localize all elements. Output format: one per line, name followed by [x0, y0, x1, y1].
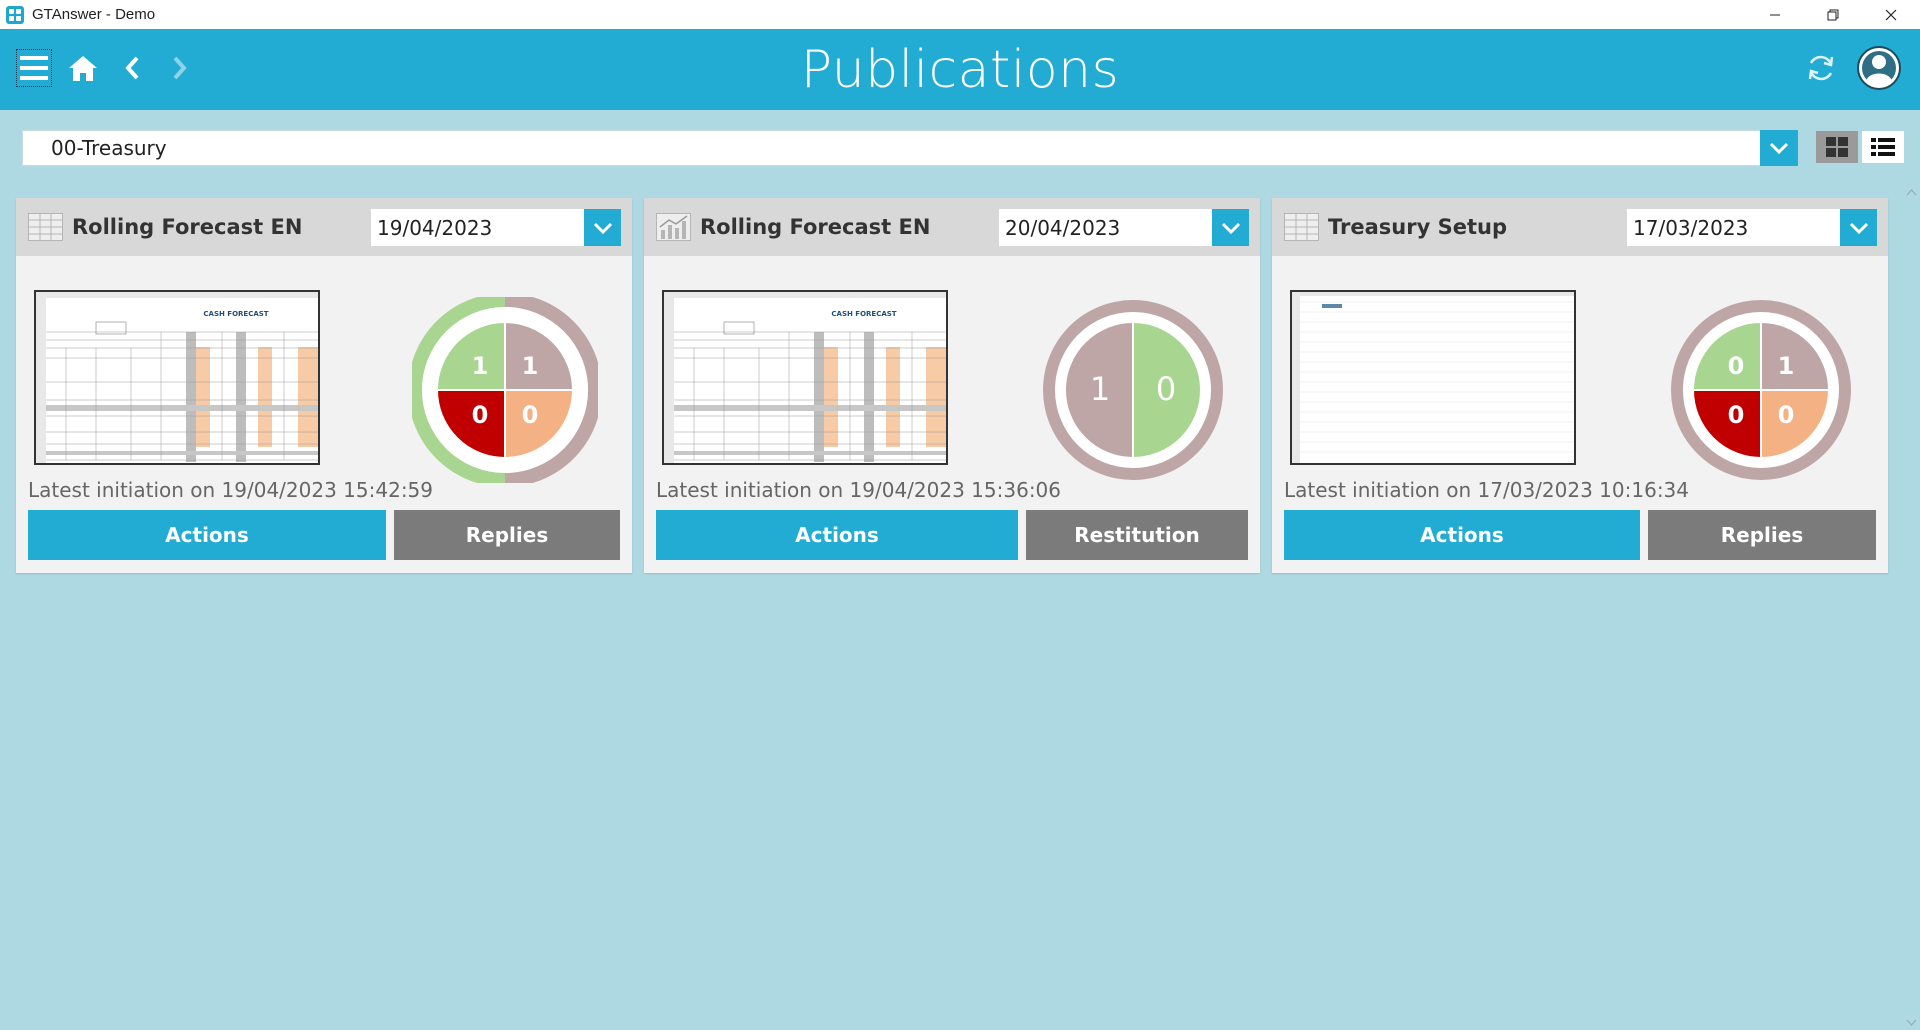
- close-button[interactable]: [1862, 0, 1920, 29]
- latest-initiation: Latest initiation on 19/04/2023 15:36:06: [656, 478, 1061, 502]
- table-icon: [1284, 213, 1319, 241]
- list-view-button[interactable]: [1862, 131, 1904, 163]
- replies-button[interactable]: Replies: [1648, 510, 1876, 560]
- donut-value: 1: [522, 352, 539, 380]
- donut-value: 1: [472, 352, 489, 380]
- publication-card: Rolling Forecast EN 19/04/2023 CASH FORE…: [16, 198, 632, 573]
- donut-value: 0: [522, 401, 539, 429]
- page-title: Publications: [800, 39, 1120, 100]
- donut-value: 0: [1778, 401, 1795, 429]
- donut-value: 1: [1090, 370, 1110, 408]
- date-select-value: 19/04/2023: [377, 215, 493, 240]
- date-select-toggle[interactable]: [584, 209, 621, 246]
- scrollbar-arrows: [1906, 189, 1917, 1026]
- refresh-button[interactable]: [1803, 50, 1839, 86]
- card-title: Treasury Setup: [1328, 215, 1507, 239]
- workspace-select-toggle[interactable]: [1760, 130, 1798, 166]
- window-title: GTAnswer - Demo: [32, 6, 156, 23]
- status-donut: 1 1 0 0: [408, 293, 602, 487]
- actions-button[interactable]: Actions: [1284, 510, 1640, 560]
- spreadsheet-thumbnail[interactable]: [1290, 290, 1576, 465]
- user-avatar-button[interactable]: [1856, 45, 1902, 91]
- app-header: Publications: [0, 29, 1920, 110]
- publication-card: Rolling Forecast EN 20/04/2023 CASH FORE…: [644, 198, 1260, 573]
- spreadsheet-preview: CASH FORECAST: [36, 292, 318, 463]
- latest-initiation: Latest initiation on 17/03/2023 10:16:34: [1284, 478, 1689, 502]
- restore-icon: [1827, 9, 1839, 20]
- date-select-value: 17/03/2023: [1633, 215, 1749, 240]
- chevron-down-icon: [1221, 222, 1240, 234]
- status-donut-chart: 1 1 0 0: [408, 293, 602, 487]
- window-controls: [1746, 0, 1920, 29]
- date-select-value: 20/04/2023: [1005, 215, 1121, 240]
- card-header: Treasury Setup 17/03/2023: [1272, 198, 1888, 256]
- donut-value: 0: [1156, 370, 1176, 408]
- replies-button[interactable]: Replies: [394, 510, 620, 560]
- date-select[interactable]: 17/03/2023: [1627, 209, 1877, 246]
- restitution-button[interactable]: Restitution: [1026, 510, 1248, 560]
- status-donut-chart: 1 0: [1043, 300, 1223, 480]
- status-donut: 0 1 0 0: [1668, 297, 1854, 483]
- publication-card: Treasury Setup 17/03/2023 0 1 0 0 Latest…: [1272, 198, 1888, 573]
- refresh-icon: [1808, 55, 1834, 81]
- spreadsheet-preview: CASH FORECAST: [664, 292, 946, 463]
- card-header: Rolling Forecast EN 19/04/2023: [16, 198, 632, 256]
- grid-view-button[interactable]: [1816, 131, 1858, 163]
- date-select[interactable]: 19/04/2023: [371, 209, 621, 246]
- spreadsheet-preview: [1292, 292, 1574, 463]
- table-icon: [28, 213, 63, 241]
- close-icon: [1885, 9, 1897, 20]
- date-select[interactable]: 20/04/2023: [999, 209, 1249, 246]
- chart-icon: [656, 213, 691, 241]
- donut-value: 0: [1728, 352, 1745, 380]
- restore-button[interactable]: [1804, 0, 1862, 29]
- workspace-select[interactable]: 00-Treasury: [22, 130, 1798, 166]
- minimize-button[interactable]: [1746, 0, 1804, 29]
- donut-value: 1: [1778, 352, 1795, 380]
- donut-value: 0: [1728, 401, 1745, 429]
- thumbnail-title: CASH FORECAST: [203, 310, 268, 318]
- app-logo-icon: [6, 5, 24, 24]
- donut-value: 0: [472, 401, 489, 429]
- user-avatar-icon: [1857, 46, 1901, 90]
- actions-button[interactable]: Actions: [28, 510, 386, 560]
- card-header: Rolling Forecast EN 20/04/2023: [644, 198, 1260, 256]
- chevron-down-icon: [1769, 142, 1789, 155]
- window-titlebar: GTAnswer - Demo: [0, 0, 1920, 29]
- chevron-down-icon: [1849, 222, 1868, 234]
- spreadsheet-thumbnail[interactable]: CASH FORECAST: [662, 290, 948, 465]
- latest-initiation: Latest initiation on 19/04/2023 15:42:59: [28, 478, 433, 502]
- workspace-select-value: 00-Treasury: [51, 136, 167, 160]
- spreadsheet-thumbnail[interactable]: CASH FORECAST: [34, 290, 320, 465]
- date-select-toggle[interactable]: [1212, 209, 1249, 246]
- actions-button[interactable]: Actions: [656, 510, 1018, 560]
- minimize-icon: [1770, 14, 1780, 15]
- thumbnail-title: CASH FORECAST: [831, 310, 896, 318]
- vertical-scrollbar[interactable]: [1903, 185, 1920, 1030]
- chevron-down-icon: [593, 222, 612, 234]
- card-title: Rolling Forecast EN: [700, 215, 931, 239]
- grid-view-icon: [1826, 137, 1848, 157]
- card-title: Rolling Forecast EN: [72, 215, 303, 239]
- status-donut-chart: 0 1 0 0: [1671, 300, 1851, 480]
- list-view-icon: [1871, 138, 1895, 156]
- date-select-toggle[interactable]: [1840, 209, 1877, 246]
- status-donut: 1 0: [1040, 297, 1226, 483]
